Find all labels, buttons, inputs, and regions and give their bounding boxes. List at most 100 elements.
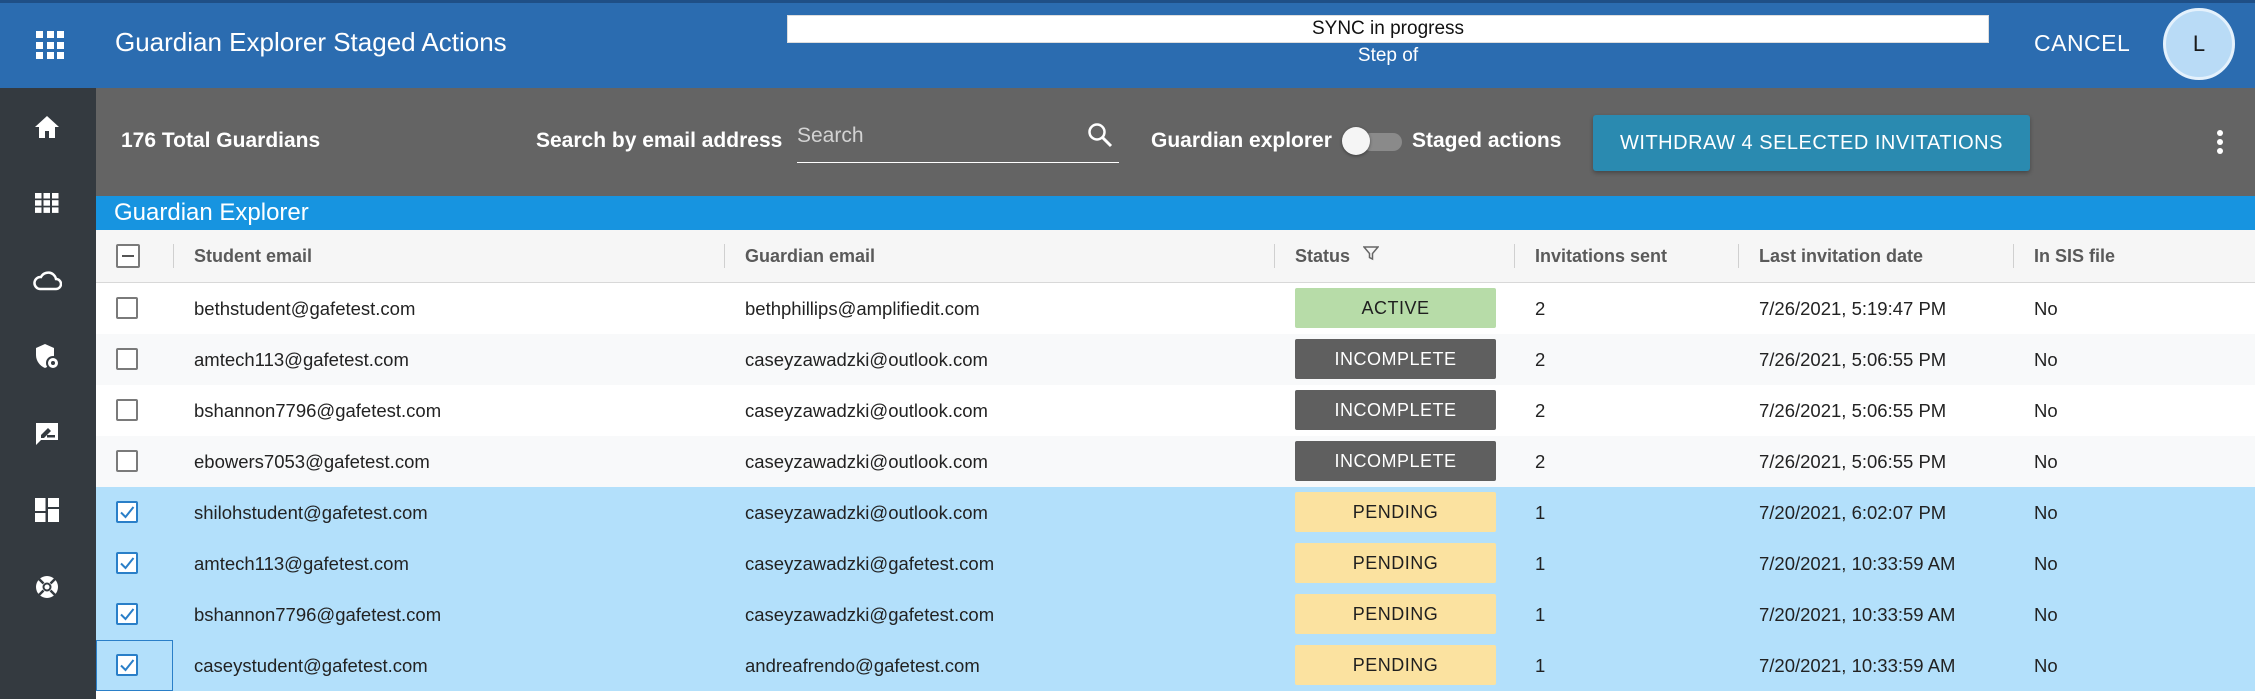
withdraw-invitations-button[interactable]: WITHDRAW 4 SELECTED INVITATIONS bbox=[1593, 115, 2030, 171]
student-email-cell: ebowers7053@gafetest.com bbox=[194, 451, 430, 472]
column-header-student-email[interactable]: Student email bbox=[194, 230, 312, 282]
guardian-email-cell: caseyzawadzki@outlook.com bbox=[745, 502, 988, 523]
table-row[interactable]: bethstudent@gafetest.com bethphillips@amp… bbox=[96, 283, 2255, 335]
student-email-cell: bethstudent@gafetest.com bbox=[194, 298, 416, 319]
apps-grid-icon[interactable] bbox=[36, 31, 64, 59]
row-checkbox[interactable] bbox=[116, 501, 138, 523]
search-input[interactable] bbox=[797, 114, 1077, 158]
invitations-sent-cell: 2 bbox=[1535, 349, 1546, 370]
in-sis-file-cell: No bbox=[2034, 298, 2058, 319]
table-row[interactable]: caseystudent@gafetest.com andreafrendo@ga… bbox=[96, 640, 2255, 691]
last-invitation-date-cell: 7/26/2021, 5:06:55 PM bbox=[1759, 451, 1947, 472]
invitations-sent-cell: 1 bbox=[1535, 553, 1546, 574]
support-icon[interactable] bbox=[28, 568, 66, 606]
toggle-label-staged-actions: Staged actions bbox=[1412, 129, 1562, 152]
status-badge: INCOMPLETE bbox=[1295, 441, 1496, 481]
column-header-in-sis-file[interactable]: In SIS file bbox=[2034, 230, 2115, 282]
guardian-email-cell: caseyzawadzki@gafetest.com bbox=[745, 604, 995, 625]
in-sis-file-cell: No bbox=[2034, 400, 2058, 421]
table-row[interactable]: amtech113@gafetest.com caseyzawadzki@gafe… bbox=[96, 538, 2255, 589]
row-checkbox[interactable] bbox=[116, 399, 138, 421]
guardian-email-cell: caseyzawadzki@outlook.com bbox=[745, 451, 988, 472]
in-sis-file-cell: No bbox=[2034, 451, 2058, 472]
status-badge: PENDING bbox=[1295, 645, 1496, 685]
cloud-icon[interactable] bbox=[28, 261, 66, 299]
row-checkbox[interactable] bbox=[116, 552, 138, 574]
last-invitation-date-cell: 7/26/2021, 5:19:47 PM bbox=[1759, 298, 1947, 319]
filter-icon[interactable] bbox=[1362, 229, 1380, 281]
student-email-cell: bshannon7796@gafetest.com bbox=[194, 400, 442, 421]
student-email-cell: bshannon7796@gafetest.com bbox=[194, 604, 442, 625]
guardian-email-cell: andreafrendo@gafetest.com bbox=[745, 655, 980, 676]
column-header-invitations-sent[interactable]: Invitations sent bbox=[1535, 230, 1667, 282]
guardian-email-cell: bethphillips@amplifiedit.com bbox=[745, 298, 980, 319]
last-invitation-date-cell: 7/26/2021, 5:06:55 PM bbox=[1759, 400, 1947, 421]
search-icon[interactable] bbox=[1087, 122, 1113, 153]
section-title: Guardian Explorer bbox=[96, 196, 2255, 230]
in-sis-file-cell: No bbox=[2034, 349, 2058, 370]
toolbar: 176 Total Guardians Search by email addr… bbox=[96, 88, 2255, 196]
view-mode-toggle[interactable] bbox=[1342, 127, 1402, 155]
in-sis-file-cell: No bbox=[2034, 502, 2058, 523]
table-row[interactable]: bshannon7796@gafetest.com caseyzawadzki@o… bbox=[96, 385, 2255, 437]
select-all-checkbox[interactable] bbox=[116, 244, 140, 268]
row-checkbox[interactable] bbox=[116, 450, 138, 472]
last-invitation-date-cell: 7/26/2021, 5:06:55 PM bbox=[1759, 349, 1947, 370]
toggle-knob bbox=[1342, 127, 1370, 155]
in-sis-file-cell: No bbox=[2034, 553, 2058, 574]
invitations-sent-cell: 1 bbox=[1535, 655, 1546, 676]
avatar[interactable]: L bbox=[2163, 8, 2235, 80]
invitations-sent-cell: 1 bbox=[1535, 604, 1546, 625]
row-checkbox[interactable] bbox=[116, 603, 138, 625]
table-row[interactable]: shilohstudent@gafetest.com caseyzawadzki@… bbox=[96, 487, 2255, 538]
invitations-sent-cell: 1 bbox=[1535, 502, 1546, 523]
last-invitation-date-cell: 7/20/2021, 10:33:59 AM bbox=[1759, 604, 1956, 625]
sync-step-text: Step of bbox=[1357, 45, 1419, 66]
status-header-label: Status bbox=[1295, 246, 1351, 266]
table-row[interactable]: bshannon7796@gafetest.com caseyzawadzki@g… bbox=[96, 589, 2255, 640]
message-icon[interactable] bbox=[28, 415, 66, 453]
guardian-email-cell: caseyzawadzki@outlook.com bbox=[745, 349, 988, 370]
invitations-sent-cell: 2 bbox=[1535, 400, 1546, 421]
toggle-label-guardian-explorer: Guardian explorer bbox=[1151, 129, 1332, 152]
invitations-sent-cell: 2 bbox=[1535, 298, 1546, 319]
top-app-bar: Guardian Explorer Staged Actions SYNC in… bbox=[0, 0, 2255, 88]
table-header: Student email Guardian email Status Invi… bbox=[96, 230, 2255, 283]
status-badge: PENDING bbox=[1295, 543, 1496, 583]
last-invitation-date-cell: 7/20/2021, 10:33:59 AM bbox=[1759, 655, 1956, 676]
student-email-cell: amtech113@gafetest.com bbox=[194, 553, 409, 574]
invitations-sent-cell: 2 bbox=[1535, 451, 1546, 472]
guardian-email-cell: caseyzawadzki@gafetest.com bbox=[745, 553, 995, 574]
grid-icon[interactable] bbox=[28, 184, 66, 222]
table-row[interactable]: amtech113@gafetest.com caseyzawadzki@outl… bbox=[96, 334, 2255, 386]
table-row[interactable]: ebowers7053@gafetest.com caseyzawadzki@ou… bbox=[96, 436, 2255, 488]
cancel-button[interactable]: CANCEL bbox=[2034, 30, 2130, 57]
app-title: Guardian Explorer Staged Actions bbox=[115, 27, 507, 57]
total-guardians-count: 176 Total Guardians bbox=[121, 129, 321, 152]
status-badge: INCOMPLETE bbox=[1295, 390, 1496, 430]
status-badge: ACTIVE bbox=[1295, 288, 1496, 328]
column-header-status[interactable]: Status bbox=[1295, 229, 1380, 282]
last-invitation-date-cell: 7/20/2021, 10:33:59 AM bbox=[1759, 553, 1956, 574]
sync-progress-bar: SYNC in progress bbox=[787, 15, 1989, 43]
guardian-email-cell: caseyzawadzki@outlook.com bbox=[745, 400, 988, 421]
home-icon[interactable] bbox=[28, 108, 66, 146]
column-header-last-invitation-date[interactable]: Last invitation date bbox=[1759, 230, 1923, 282]
student-email-cell: shilohstudent@gafetest.com bbox=[194, 502, 428, 523]
focused-cell-outline bbox=[96, 640, 173, 691]
status-badge: PENDING bbox=[1295, 594, 1496, 634]
dashboard-icon[interactable] bbox=[28, 491, 66, 529]
row-checkbox[interactable] bbox=[116, 297, 138, 319]
status-badge: PENDING bbox=[1295, 492, 1496, 532]
shield-gear-icon[interactable] bbox=[28, 338, 66, 376]
student-email-cell: caseystudent@gafetest.com bbox=[194, 655, 428, 676]
more-options-icon[interactable] bbox=[2215, 130, 2225, 156]
in-sis-file-cell: No bbox=[2034, 655, 2058, 676]
sidebar bbox=[0, 88, 96, 699]
search-field bbox=[797, 114, 1119, 163]
row-checkbox[interactable] bbox=[116, 348, 138, 370]
status-badge: INCOMPLETE bbox=[1295, 339, 1496, 379]
search-label: Search by email address bbox=[536, 129, 783, 152]
student-email-cell: amtech113@gafetest.com bbox=[194, 349, 409, 370]
column-header-guardian-email[interactable]: Guardian email bbox=[745, 230, 875, 282]
